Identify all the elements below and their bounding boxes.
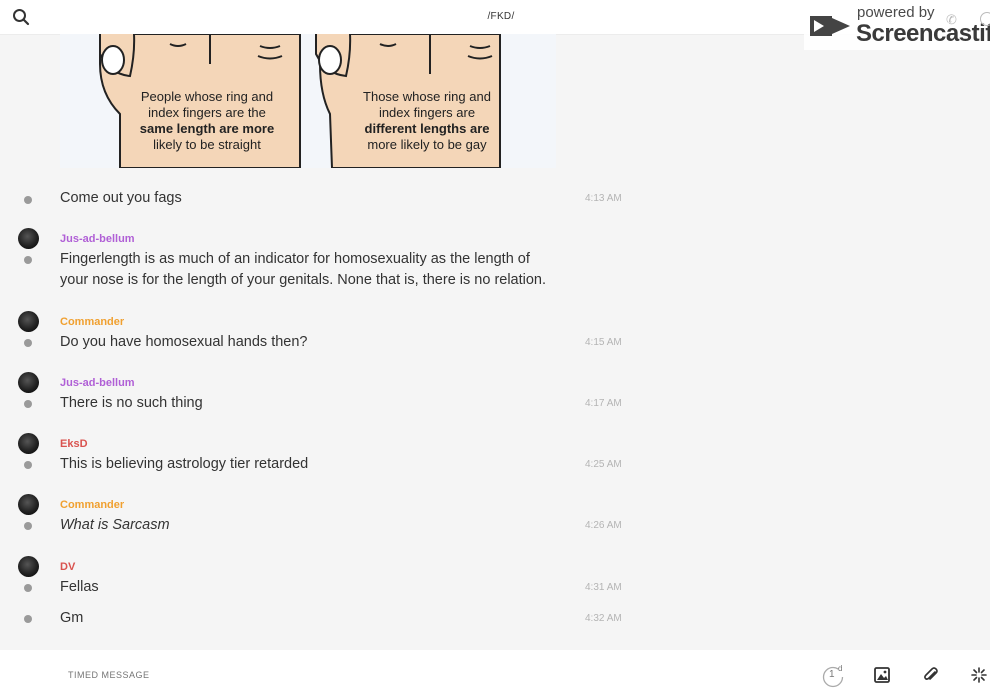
message-row: Commander Do you have homosexual hands t… <box>0 311 640 353</box>
phone-icon: ✆ <box>946 12 957 27</box>
shared-image[interactable]: People whose ring and index fingers are … <box>60 34 556 168</box>
message-row: Come out you fags 4:13 AM <box>0 188 640 210</box>
paperclip-icon[interactable] <box>922 666 940 684</box>
message-bullet <box>24 196 32 204</box>
message-author[interactable]: DV <box>60 561 75 573</box>
message-input[interactable] <box>66 669 770 681</box>
watermark-brand: Screencastify <box>856 20 990 47</box>
right-caption: Those whose ring and index fingers are d… <box>363 89 491 152</box>
left-caption: People whose ring and index fingers are … <box>139 89 275 152</box>
info-icon <box>980 12 990 26</box>
message-bullet <box>24 400 32 408</box>
image-icon[interactable] <box>873 666 891 684</box>
screencastify-watermark: powered by Screencastify ✆ <box>804 2 990 50</box>
message-bullet <box>24 584 32 592</box>
message-row: EksD This is believing astrology tier re… <box>0 433 640 475</box>
message-time: 4:32 AM <box>585 613 622 624</box>
message-row: Commander What is Sarcasm 4:26 AM <box>0 494 640 536</box>
message-text: Gm <box>60 610 84 626</box>
message-bullet <box>24 339 32 347</box>
message-row: Jus-ad-bellum Fingerlength is as much of… <box>0 228 640 292</box>
message-text: Fellas <box>60 579 99 595</box>
message-row: Gm 4:32 AM <box>0 608 640 630</box>
message-author[interactable]: Commander <box>60 316 124 328</box>
screencastify-logo-icon <box>810 16 850 36</box>
message-bullet <box>24 615 32 623</box>
message-text: Come out you fags <box>60 190 182 206</box>
message-time: 4:13 AM <box>585 193 622 204</box>
message-row: Jus-ad-bellum There is no such thing 4:1… <box>0 372 640 414</box>
message-author[interactable]: Jus-ad-bellum <box>60 233 135 245</box>
message-author[interactable]: Jus-ad-bellum <box>60 377 135 389</box>
message-time: 4:31 AM <box>585 582 622 593</box>
message-text: There is no such thing <box>60 395 203 411</box>
message-author[interactable]: EksD <box>60 438 88 450</box>
composer-bar: 1 d <box>0 650 990 700</box>
timer-unit: d <box>838 664 843 673</box>
message-text: Do you have homosexual hands then? <box>60 334 308 350</box>
timer-value: 1 <box>829 669 835 680</box>
message-bullet <box>24 256 32 264</box>
message-author[interactable]: Commander <box>60 499 124 511</box>
avatar[interactable] <box>18 311 39 332</box>
message-time: 4:25 AM <box>585 459 622 470</box>
message-text: Fingerlength is as much of an indicator … <box>60 251 547 288</box>
message-bullet <box>24 461 32 469</box>
avatar[interactable] <box>18 372 39 393</box>
avatar[interactable] <box>18 433 39 454</box>
message-text: What is Sarcasm <box>60 517 170 533</box>
message-time: 4:26 AM <box>585 520 622 531</box>
avatar[interactable] <box>18 228 39 249</box>
message-text: This is believing astrology tier retarde… <box>60 456 309 472</box>
message-time: 4:17 AM <box>585 398 622 409</box>
watermark-powered-by: powered by <box>857 4 935 21</box>
sparkle-icon[interactable] <box>970 666 988 684</box>
avatar[interactable] <box>18 494 39 515</box>
message-time: 4:15 AM <box>585 337 622 348</box>
message-bullet <box>24 522 32 530</box>
message-row: DV Fellas 4:31 AM <box>0 556 640 598</box>
avatar[interactable] <box>18 556 39 577</box>
